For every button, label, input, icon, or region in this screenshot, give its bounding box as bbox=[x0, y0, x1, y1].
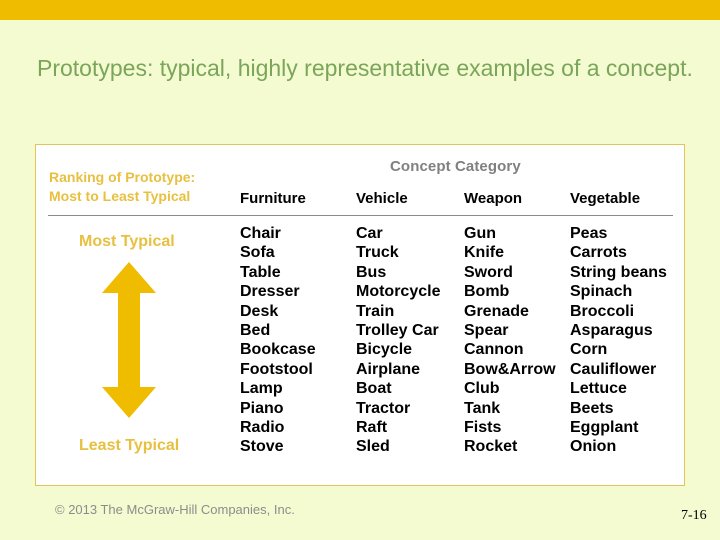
list-item: Spinach bbox=[570, 283, 633, 301]
list-item: Boat bbox=[356, 380, 392, 398]
list-item: Tank bbox=[464, 399, 501, 417]
list-item: Motorcycle bbox=[356, 283, 441, 301]
list-item: Spear bbox=[464, 322, 509, 340]
most-typical-label: Most Typical bbox=[79, 233, 175, 250]
column-header-weapon: Weapon bbox=[464, 190, 523, 207]
list-item: Sofa bbox=[240, 244, 275, 262]
slide-title: Prototypes: typical, highly representati… bbox=[37, 55, 693, 81]
concept-category-heading: Concept Category bbox=[390, 158, 521, 175]
list-item: Car bbox=[356, 225, 383, 242]
header-divider bbox=[48, 215, 673, 216]
vehicle-list: Car Truck Bus Motorcycle Train Trolley Car Bic… bbox=[356, 224, 440, 457]
list-item: Raft bbox=[356, 419, 388, 437]
list-item: Dresser bbox=[240, 283, 300, 301]
list-item: Broccoli bbox=[570, 302, 635, 320]
list-item: Corn bbox=[570, 341, 608, 359]
list-item: Rocket bbox=[464, 438, 518, 456]
list-item: Eggplant bbox=[570, 419, 639, 437]
copyright-notice: © 2013 The McGraw-Hill Companies, Inc. bbox=[55, 502, 295, 517]
list-item: Lamp bbox=[240, 380, 283, 398]
list-item: Bus bbox=[356, 263, 387, 281]
list-item: Desk bbox=[240, 302, 279, 320]
list-item: Knife bbox=[464, 244, 504, 262]
furniture-list: Chair Sofa Table Dresser Desk Bed Bookcase Foot… bbox=[240, 224, 316, 457]
list-item: Airplane bbox=[356, 360, 421, 378]
list-item: Bomb bbox=[464, 283, 510, 301]
list-item: Fists bbox=[464, 419, 502, 437]
list-item: Bow&Arrow bbox=[464, 360, 556, 378]
ranking-label-line1: Ranking of Prototype: bbox=[49, 169, 196, 185]
list-item: Truck bbox=[356, 244, 399, 262]
list-item: Asparagus bbox=[570, 322, 653, 340]
accent-bar bbox=[0, 0, 720, 20]
list-item: Carrots bbox=[570, 244, 627, 262]
double-arrow-shape bbox=[102, 262, 156, 418]
ranking-label-line2: Most to Least Typical bbox=[49, 188, 191, 204]
ranking-label: Ranking of Prototype: Most to Least Typi… bbox=[49, 168, 195, 206]
least-typical-label: Least Typical bbox=[79, 437, 180, 454]
list-item: Gun bbox=[464, 225, 496, 242]
vegetable-list: Peas Carrots String beans Spinach Broccoli As… bbox=[570, 224, 667, 457]
page-number: 7-16 bbox=[681, 508, 707, 523]
column-header-vehicle: Vehicle bbox=[356, 190, 408, 207]
list-item: Sled bbox=[356, 438, 390, 456]
list-item: Tractor bbox=[356, 399, 411, 417]
list-item: Bed bbox=[240, 322, 271, 340]
list-item: Beets bbox=[570, 399, 614, 417]
list-item: Sword bbox=[464, 263, 513, 281]
list-item: Lettuce bbox=[570, 380, 627, 398]
list-item: Stove bbox=[240, 438, 284, 456]
list-item: Table bbox=[240, 263, 281, 281]
list-item: Bicycle bbox=[356, 341, 413, 359]
list-item: Onion bbox=[570, 438, 617, 456]
list-item: Cannon bbox=[464, 341, 524, 359]
list-item: Radio bbox=[240, 419, 285, 437]
list-item: Bookcase bbox=[240, 341, 316, 359]
list-item: Trolley Car bbox=[356, 322, 439, 340]
column-header-vegetable: Vegetable bbox=[570, 190, 641, 207]
list-item: Chair bbox=[240, 225, 281, 242]
list-item: Club bbox=[464, 380, 500, 398]
list-item: String beans bbox=[570, 263, 667, 281]
list-item: Train bbox=[356, 302, 395, 320]
column-header-furniture: Furniture bbox=[240, 190, 306, 207]
list-item: Cauliflower bbox=[570, 360, 657, 378]
list-item: Piano bbox=[240, 399, 284, 417]
list-item: Footstool bbox=[240, 360, 313, 378]
weapon-list: Gun Knife Sword Bomb Grenade Spear Cannon Bow&A… bbox=[464, 224, 556, 457]
double-arrow-icon bbox=[102, 262, 156, 418]
list-item: Peas bbox=[570, 225, 608, 242]
list-item: Grenade bbox=[464, 302, 529, 320]
